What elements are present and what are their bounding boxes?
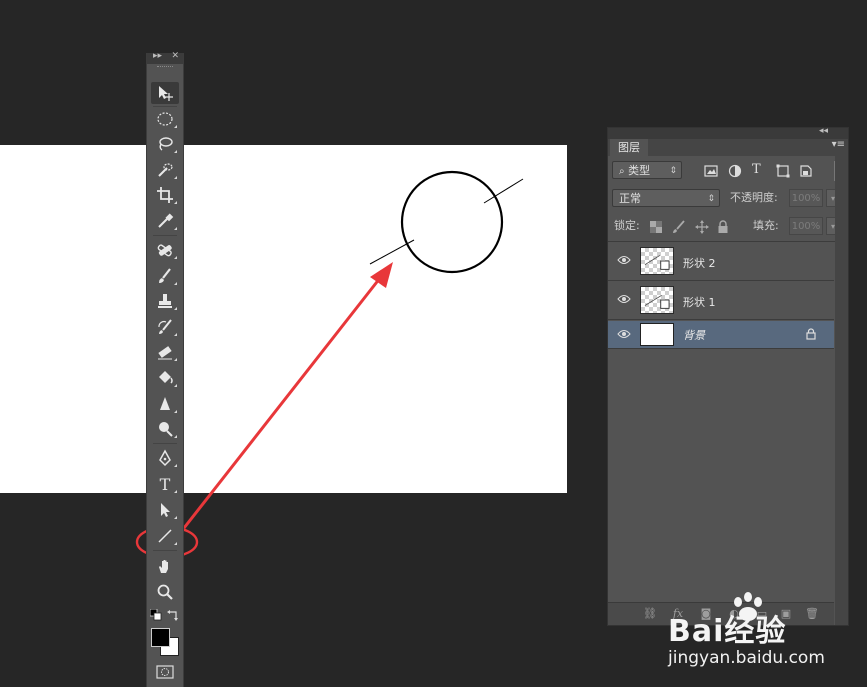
move-tool-icon xyxy=(159,86,173,101)
document-canvas[interactable] xyxy=(0,145,567,493)
shape-filter-icon[interactable] xyxy=(776,164,790,178)
quick-selection-tool-button[interactable] xyxy=(151,159,179,181)
watermark-brand: Bai经验 xyxy=(668,614,787,649)
search-icon: ⌕ xyxy=(619,166,625,177)
line-tool-icon xyxy=(158,529,172,543)
adjustment-filter-icon[interactable] xyxy=(728,164,742,178)
filter-type-dropdown[interactable]: ⌕ 类型 ⇕ xyxy=(612,161,682,179)
crop-icon xyxy=(157,187,173,203)
hand-icon xyxy=(159,560,168,573)
shape-layer-thumbnail-icon xyxy=(644,295,670,309)
tools-panel: ▸▸ ✕ T xyxy=(146,51,184,687)
healing-brush-icon xyxy=(157,244,172,257)
swap-colors-icon[interactable] xyxy=(167,609,179,621)
quick-mask-icon[interactable] xyxy=(156,665,174,679)
blur-icon xyxy=(160,397,170,410)
tab-layers[interactable]: 图层 xyxy=(610,139,648,156)
pen-icon xyxy=(159,449,171,467)
opacity-label: 不透明度: xyxy=(730,191,778,204)
move-tool-button[interactable] xyxy=(151,82,179,104)
clone-stamp-icon xyxy=(158,294,172,308)
eraser-tool-button[interactable] xyxy=(151,341,179,363)
eyedropper-tool-button[interactable] xyxy=(151,210,179,232)
quick-selection-icon xyxy=(158,163,173,177)
type-tool-button[interactable]: T xyxy=(151,473,179,495)
hand-tool-button[interactable] xyxy=(151,555,179,577)
brush-icon xyxy=(159,268,171,283)
close-icon[interactable]: ✕ xyxy=(171,51,179,61)
link-layers-icon[interactable]: ⛓ xyxy=(642,606,658,622)
paint-bucket-tool-button[interactable] xyxy=(151,367,179,389)
type-icon: T xyxy=(159,474,171,494)
healing-brush-tool-button[interactable] xyxy=(151,239,179,261)
path-selection-icon xyxy=(161,503,170,517)
layer-name: 形状 2 xyxy=(683,257,716,270)
updown-icon: ⇕ xyxy=(707,194,715,204)
layer-thumbnail xyxy=(640,286,674,314)
watermark-url: jingyan.baidu.com xyxy=(668,648,825,668)
lasso-icon xyxy=(159,137,173,151)
updown-icon: ⇕ xyxy=(669,166,677,176)
crop-tool-button[interactable] xyxy=(151,184,179,206)
blur-tool-button[interactable] xyxy=(151,393,179,415)
pen-tool-button[interactable] xyxy=(151,447,179,469)
paint-bucket-icon xyxy=(159,371,173,384)
layer-name: 背景 xyxy=(683,329,705,342)
foreground-color-swatch[interactable] xyxy=(151,628,170,647)
lock-label: 锁定: xyxy=(614,219,640,232)
fill-input[interactable]: 100% xyxy=(789,217,823,235)
lasso-tool-button[interactable] xyxy=(151,133,179,155)
layer-row-background[interactable]: 背景 xyxy=(608,321,834,349)
blend-mode-dropdown[interactable]: 正常 ⇕ xyxy=(612,189,720,207)
history-brush-tool-button[interactable] xyxy=(151,316,179,338)
lock-pixels-icon[interactable] xyxy=(672,220,686,234)
eyedropper-icon xyxy=(158,213,174,228)
visibility-eye-icon[interactable] xyxy=(617,327,631,341)
zoom-icon xyxy=(157,584,173,600)
brush-tool-button[interactable] xyxy=(151,265,179,287)
type-filter-icon[interactable]: T xyxy=(752,162,761,177)
visibility-eye-icon[interactable] xyxy=(617,292,631,306)
blend-mode-value: 正常 xyxy=(619,192,641,205)
collapse-icon[interactable]: ▸▸ xyxy=(153,51,162,61)
tools-panel-header[interactable]: ▸▸ ✕ xyxy=(147,51,183,64)
clone-stamp-tool-button[interactable] xyxy=(151,290,179,312)
pixel-filter-icon[interactable] xyxy=(704,164,718,178)
smart-object-filter-icon[interactable] xyxy=(799,164,813,178)
filter-type-label: 类型 xyxy=(628,164,651,177)
layer-row-shape-1[interactable]: 形状 1 xyxy=(608,281,834,320)
layers-scrollbar[interactable] xyxy=(835,156,848,625)
lock-position-icon[interactable] xyxy=(695,220,709,234)
layers-tab-row: 图层 ▾≡ xyxy=(608,139,848,156)
fill-label: 填充: xyxy=(753,219,779,232)
layer-name: 形状 1 xyxy=(683,296,716,309)
eraser-icon xyxy=(158,346,172,360)
dodge-icon xyxy=(159,422,173,437)
layers-panel-header[interactable]: ◂◂ xyxy=(608,126,848,139)
layer-lock-icon xyxy=(806,328,816,340)
baidu-watermark: Bai经验 jingyan.baidu.com xyxy=(668,592,858,682)
panel-menu-icon[interactable]: ▾≡ xyxy=(832,139,845,150)
path-selection-tool-button[interactable] xyxy=(151,499,179,521)
lock-all-icon[interactable] xyxy=(717,220,729,234)
drag-grip[interactable] xyxy=(157,66,173,73)
line-tool-button[interactable] xyxy=(151,525,179,547)
layers-panel: ◂◂ 图层 ▾≡ ⌕ 类型 ⇕ T 正常 ⇕ 不透明度: 100% ▾ 锁定: xyxy=(607,126,849,626)
layer-thumbnail xyxy=(640,247,674,275)
default-colors-icon[interactable] xyxy=(150,609,162,621)
layer-row-shape-2[interactable]: 形状 2 xyxy=(608,242,834,281)
marquee-tool-button[interactable] xyxy=(151,108,179,130)
visibility-eye-icon[interactable] xyxy=(617,253,631,267)
background-layer-thumbnail xyxy=(640,323,674,346)
dodge-tool-button[interactable] xyxy=(151,418,179,440)
shape-layer-thumbnail-icon xyxy=(644,255,670,270)
zoom-tool-button[interactable] xyxy=(151,581,179,603)
lock-transparency-icon[interactable] xyxy=(650,221,662,233)
opacity-input[interactable]: 100% xyxy=(789,189,823,207)
elliptical-marquee-icon xyxy=(157,112,173,126)
collapse-panel-icon[interactable]: ◂◂ xyxy=(819,126,828,136)
history-brush-icon xyxy=(158,319,172,334)
